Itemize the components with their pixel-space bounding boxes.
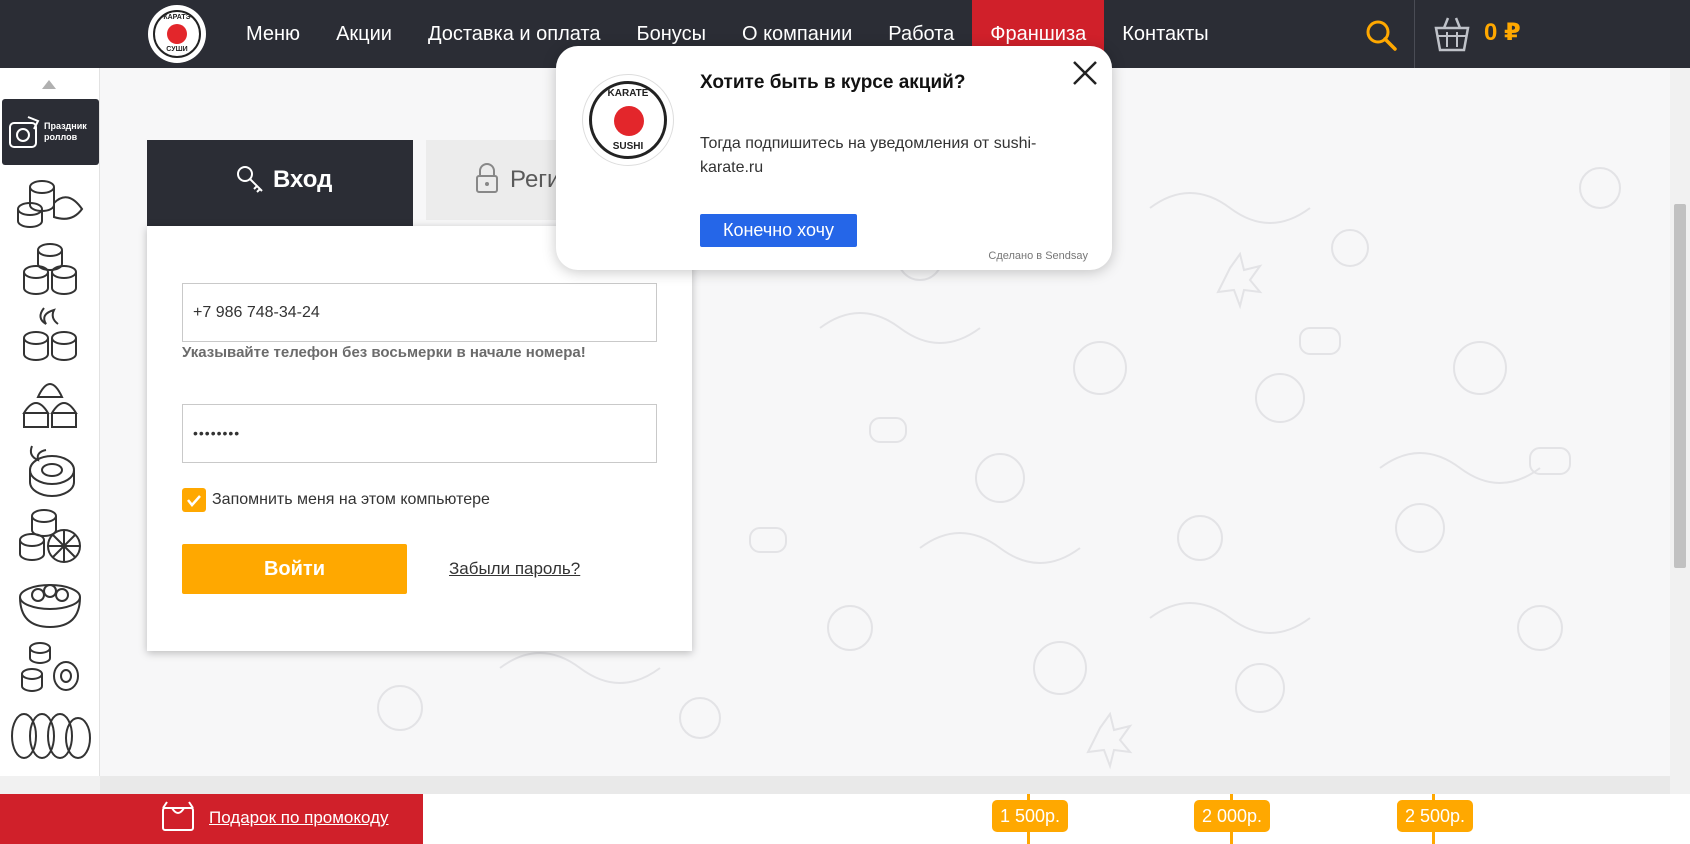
gift-promo-bar[interactable]: Подарок по промокоду [0, 794, 423, 844]
search-icon[interactable] [1364, 18, 1398, 52]
logo-text-top: КАРАТЭ [163, 14, 191, 21]
nav-divider [1414, 0, 1415, 68]
logo-sun-icon [167, 24, 187, 44]
sushi-set-icon[interactable] [14, 173, 86, 233]
push-subscribe-popup: KARATE SUSHI Хотите быть в курсе акций? … [556, 46, 1112, 270]
rolls-icon[interactable] [14, 240, 86, 300]
popup-text: Тогда подпишитесь на уведомления от sush… [700, 135, 1037, 176]
basket-icon[interactable] [1432, 14, 1472, 54]
login-button[interactable]: Войти [182, 544, 407, 594]
popup-logo-text-top: KARATE [607, 88, 649, 99]
popup-logo-text-bottom: SUSHI [612, 141, 644, 152]
baked-rolls-icon[interactable] [14, 373, 86, 433]
forgot-password-link[interactable]: Забыли пароль? [449, 559, 580, 579]
mini-rolls-icon[interactable] [14, 640, 86, 700]
bowl-icon[interactable] [14, 573, 86, 633]
scroll-up-arrow-icon[interactable] [42, 80, 56, 89]
roll-festival-icon [9, 116, 40, 148]
password-input[interactable]: •••••••• [182, 404, 657, 463]
bottom-strip [100, 776, 1670, 794]
fried-rolls-icon[interactable] [6, 706, 94, 766]
popup-credit[interactable]: Сделано в Sendsay [988, 250, 1088, 262]
nav-item-promotions[interactable]: Акции [318, 0, 410, 68]
logo-text-bottom: СУШИ [166, 46, 188, 53]
phone-input[interactable]: +7 986 748-34-24 [182, 283, 657, 342]
gift-icon [162, 801, 194, 831]
popup-logo: KARATE SUSHI [582, 74, 674, 166]
popup-title: Хотите быть в курсе акций? [700, 72, 966, 93]
lock-icon [476, 163, 498, 193]
sidebar-promo-label: Праздник роллов [44, 121, 87, 142]
site-logo[interactable]: КАРАТЭ СУШИ [148, 5, 206, 63]
login-form: +7 986 748-34-24 Указывайте телефон без … [147, 226, 692, 651]
checkmark-icon [187, 495, 201, 507]
tier-badge-2000: 2 000р. [1194, 800, 1271, 832]
category-sidebar: Праздник роллов [0, 68, 100, 794]
popup-logo-sun-icon [614, 106, 644, 136]
page-scrollbar[interactable] [1670, 68, 1690, 794]
popup-logo-emblem: KARATE SUSHI [589, 81, 667, 159]
phone-hint: Указывайте телефон без восьмерки в начал… [182, 344, 586, 361]
tab-register-label: Реги [510, 166, 561, 193]
tier-badge-2500: 2 500р. [1397, 800, 1474, 832]
nav-item-contacts[interactable]: Контакты [1104, 0, 1226, 68]
tier-badge-1500: 1 500р. [992, 800, 1069, 832]
hot-rolls-icon[interactable] [14, 306, 86, 366]
subscribe-button[interactable]: Конечно хочу [700, 214, 857, 247]
nav-item-menu[interactable]: Меню [228, 0, 318, 68]
cart-total[interactable]: 0 ₽ [1484, 18, 1521, 47]
logo-emblem: КАРАТЭ СУШИ [153, 10, 201, 58]
sidebar-item-roll-festival[interactable]: Праздник роллов [2, 99, 99, 165]
tab-login-label: Вход [273, 166, 333, 193]
key-icon [237, 166, 263, 193]
lemon-rolls-icon[interactable] [14, 506, 86, 566]
remember-checkbox[interactable] [182, 488, 206, 512]
tab-login[interactable]: Вход [147, 140, 413, 226]
tempura-roll-icon[interactable] [14, 440, 86, 500]
remember-label[interactable]: Запомнить меня на этом компьютере [212, 491, 490, 509]
scrollbar-thumb[interactable] [1674, 204, 1686, 568]
close-icon[interactable] [1070, 58, 1100, 88]
promo-code-link[interactable]: Подарок по промокоду [209, 808, 389, 828]
